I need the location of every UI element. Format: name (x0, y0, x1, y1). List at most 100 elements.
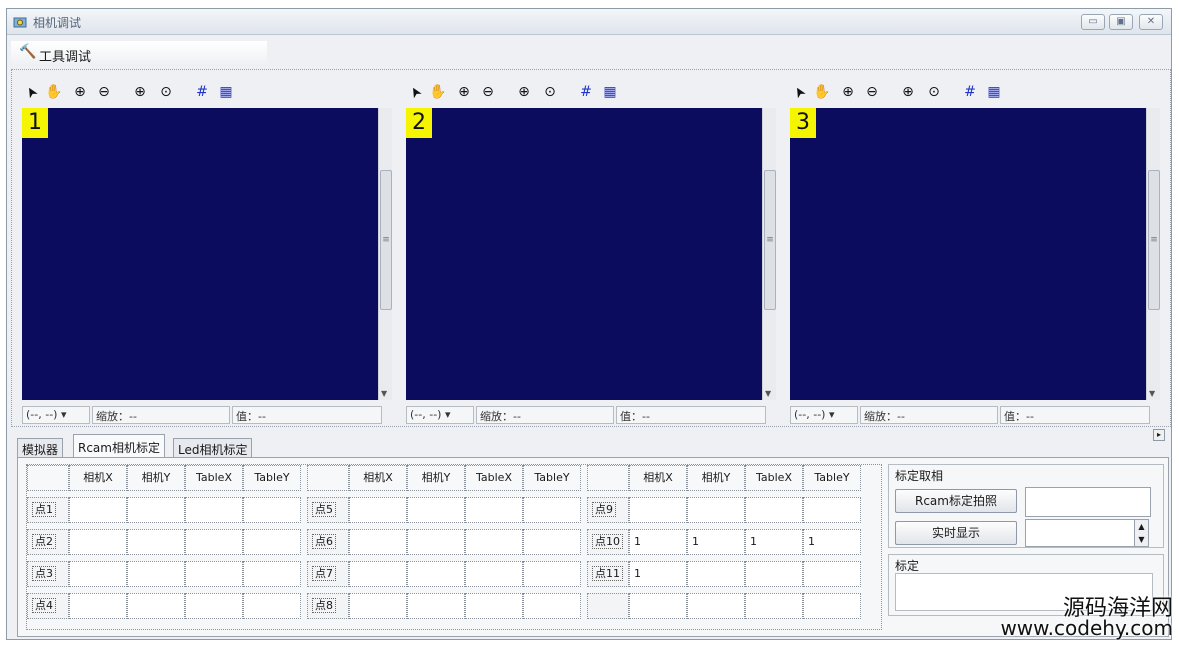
coordinate-readout[interactable]: (--, --) ▾ (22, 406, 90, 424)
table-cell[interactable] (127, 561, 185, 587)
table-cell[interactable]: 1 (803, 529, 861, 555)
zoom-in-icon[interactable]: ⊕ (838, 82, 858, 102)
image-canvas[interactable]: 3 (790, 108, 1146, 400)
table-cell[interactable] (407, 529, 465, 555)
pan-hand-icon[interactable]: ✋ (812, 82, 832, 102)
table-cell[interactable] (243, 593, 301, 619)
pan-hand-icon[interactable]: ✋ (44, 82, 64, 102)
close-button[interactable]: ✕ (1139, 14, 1163, 30)
scroll-down-icon[interactable]: ▼ (1149, 389, 1155, 398)
scroll-down-icon[interactable]: ▼ (381, 389, 387, 398)
zoom-actual-icon[interactable]: ⊙ (540, 82, 560, 102)
pan-hand-icon[interactable]: ✋ (428, 82, 448, 102)
tab-led-calibration[interactable]: Led相机标定 (173, 438, 253, 458)
capture-count-spinner[interactable]: ▲ ▼ (1025, 519, 1149, 547)
scroll-thumb[interactable]: ≡ (1148, 170, 1160, 310)
table-cell[interactable] (803, 497, 861, 523)
table-cell[interactable] (185, 529, 243, 555)
scroll-down-icon[interactable]: ▼ (765, 389, 771, 398)
table-cell[interactable] (349, 561, 407, 587)
table-cell[interactable] (349, 529, 407, 555)
table-cell[interactable] (687, 593, 745, 619)
zoom-out-icon[interactable]: ⊖ (862, 82, 882, 102)
table-cell[interactable] (687, 497, 745, 523)
table-cell[interactable]: 1 (687, 529, 745, 555)
table-cell[interactable] (185, 561, 243, 587)
image-canvas[interactable]: 2 (406, 108, 762, 400)
maximize-button[interactable]: ▣ (1109, 14, 1133, 30)
table-cell[interactable] (127, 529, 185, 555)
table-cell[interactable] (523, 529, 581, 555)
table-cell[interactable] (69, 497, 127, 523)
coordinate-readout[interactable]: (--, --) ▾ (406, 406, 474, 424)
live-display-button[interactable]: 实时显示 (895, 521, 1017, 545)
grid-icon[interactable]: ▦ (984, 82, 1004, 102)
splitter-arrow-icon[interactable]: ▸ (1153, 429, 1165, 441)
table-cell[interactable] (185, 497, 243, 523)
table-cell[interactable] (185, 593, 243, 619)
spinner-arrows-icon[interactable]: ▲ ▼ (1134, 520, 1148, 546)
zoom-in-icon[interactable]: ⊕ (454, 82, 474, 102)
table-cell[interactable] (243, 529, 301, 555)
grid-icon[interactable]: ▦ (216, 82, 236, 102)
grid-icon[interactable]: ▦ (600, 82, 620, 102)
table-cell[interactable] (127, 497, 185, 523)
table-cell[interactable] (687, 561, 745, 587)
vertical-scrollbar[interactable]: ≡ ▼ (1146, 108, 1160, 400)
table-cell[interactable]: 1 (629, 561, 687, 587)
table-cell[interactable] (407, 497, 465, 523)
rcam-capture-button[interactable]: Rcam标定拍照 (895, 489, 1017, 513)
table-cell[interactable] (243, 561, 301, 587)
table-cell[interactable] (465, 497, 523, 523)
table-cell[interactable] (69, 593, 127, 619)
menu-item-tool-debug[interactable]: 工具调试 (39, 46, 91, 65)
table-cell[interactable] (465, 593, 523, 619)
scroll-thumb[interactable]: ≡ (380, 170, 392, 310)
table-cell[interactable] (523, 593, 581, 619)
table-cell[interactable] (465, 561, 523, 587)
zoom-out-icon[interactable]: ⊖ (478, 82, 498, 102)
table-cell[interactable] (523, 497, 581, 523)
table-cell[interactable] (69, 529, 127, 555)
title-bar[interactable]: 相机调试 ▭ ▣ ✕ (7, 9, 1171, 35)
table-cell[interactable] (349, 593, 407, 619)
pointer-icon[interactable]: ➤ (402, 78, 429, 105)
pointer-icon[interactable]: ➤ (786, 78, 813, 105)
pointer-icon[interactable]: ➤ (18, 78, 45, 105)
vertical-scrollbar[interactable]: ≡ ▼ (378, 108, 392, 400)
table-cell[interactable] (629, 497, 687, 523)
tab-rcam-calibration[interactable]: Rcam相机标定 (73, 434, 165, 458)
crosshair-grid-icon[interactable]: # (576, 82, 596, 102)
zoom-fit-icon[interactable]: ⊕ (898, 82, 918, 102)
table-cell[interactable]: 1 (629, 529, 687, 555)
table-cell[interactable] (803, 561, 861, 587)
zoom-fit-icon[interactable]: ⊕ (514, 82, 534, 102)
table-cell[interactable] (407, 561, 465, 587)
table-cell[interactable] (745, 593, 803, 619)
crosshair-grid-icon[interactable]: # (960, 82, 980, 102)
table-cell[interactable] (629, 593, 687, 619)
coordinate-readout[interactable]: (--, --) ▾ (790, 406, 858, 424)
table-cell[interactable] (465, 529, 523, 555)
scroll-thumb[interactable]: ≡ (764, 170, 776, 310)
table-cell[interactable] (69, 561, 127, 587)
table-cell[interactable] (523, 561, 581, 587)
capture-value-input[interactable] (1025, 487, 1151, 517)
crosshair-grid-icon[interactable]: # (192, 82, 212, 102)
zoom-actual-icon[interactable]: ⊙ (156, 82, 176, 102)
table-cell[interactable] (745, 561, 803, 587)
table-cell[interactable] (349, 497, 407, 523)
minimize-button[interactable]: ▭ (1081, 14, 1105, 30)
table-cell[interactable]: 1 (745, 529, 803, 555)
table-cell[interactable] (407, 593, 465, 619)
tab-simulator[interactable]: 模拟器 (17, 438, 64, 458)
vertical-scrollbar[interactable]: ≡ ▼ (762, 108, 776, 400)
zoom-in-icon[interactable]: ⊕ (70, 82, 90, 102)
table-cell[interactable] (803, 593, 861, 619)
table-cell[interactable] (127, 593, 185, 619)
zoom-fit-icon[interactable]: ⊕ (130, 82, 150, 102)
image-canvas[interactable]: 1 (22, 108, 378, 400)
table-cell[interactable] (745, 497, 803, 523)
zoom-out-icon[interactable]: ⊖ (94, 82, 114, 102)
zoom-actual-icon[interactable]: ⊙ (924, 82, 944, 102)
